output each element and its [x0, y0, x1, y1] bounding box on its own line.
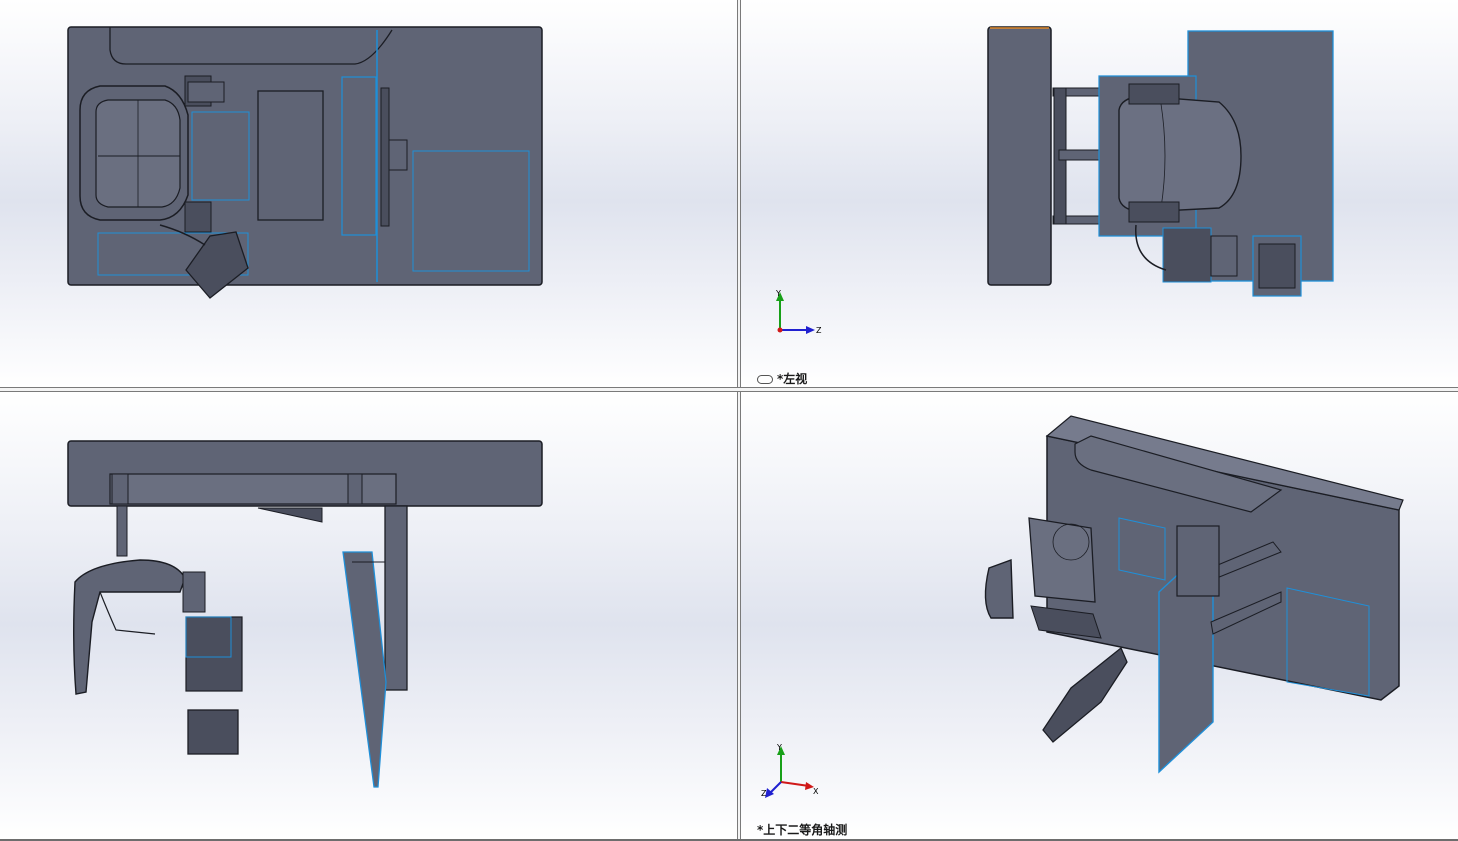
triad-z-label: Z — [816, 326, 822, 335]
view-label-iso: *上下二等角轴测 — [757, 821, 847, 838]
triad-y-label: Y — [776, 743, 782, 752]
viewport-splitter-horizontal[interactable] — [0, 387, 1458, 392]
triad-x-label: X — [813, 787, 819, 796]
viewport-top-left[interactable] — [0, 0, 737, 387]
coordinate-triad-iso-view: Y X Z — [761, 743, 819, 798]
viewport-splitter-vertical[interactable] — [737, 0, 741, 841]
viewport-top-right[interactable]: Y Z *左视 — [741, 0, 1458, 387]
isometric-view-model[interactable] — [741, 392, 1458, 839]
view-name: 左视 — [783, 372, 808, 386]
view-label-left: *左视 — [757, 370, 807, 387]
link-icon[interactable] — [757, 375, 773, 384]
view-name: 上下二等角轴测 — [763, 823, 848, 837]
coordinate-triad-left-view: Y Z — [775, 289, 822, 335]
viewport-bottom-left[interactable] — [0, 392, 737, 839]
viewport-bottom-right[interactable]: Y X Z *上下二等角轴测 — [741, 392, 1458, 839]
triad-z-label: Z — [761, 789, 767, 798]
front-view-model[interactable] — [0, 392, 737, 839]
left-view-model[interactable] — [741, 0, 1458, 387]
top-view-model[interactable] — [0, 0, 737, 387]
triad-y-label: Y — [775, 289, 781, 298]
